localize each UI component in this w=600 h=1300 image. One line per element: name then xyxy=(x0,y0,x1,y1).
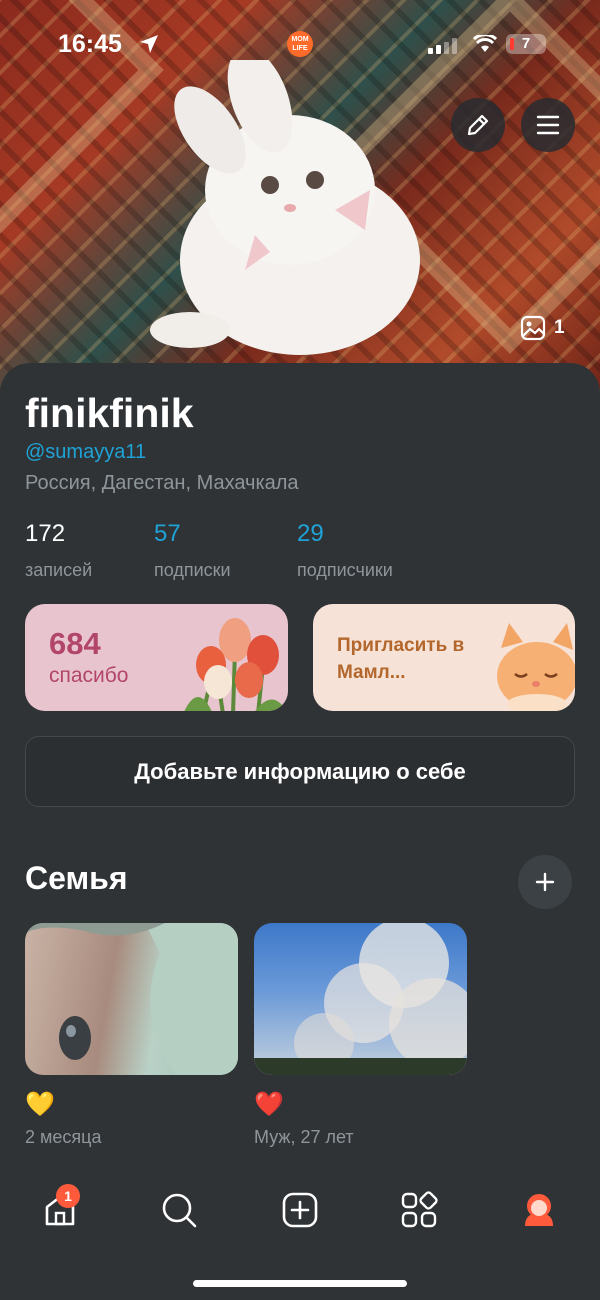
stat-followers-label: подписчики xyxy=(297,560,393,580)
plus-icon xyxy=(535,872,555,892)
menu-button[interactable] xyxy=(521,98,575,152)
signal-icon xyxy=(428,38,457,54)
invite-label: Пригласить в Мамл... xyxy=(337,635,465,683)
pencil-icon xyxy=(467,114,489,136)
profile-icon xyxy=(525,1194,553,1226)
profile-handle[interactable]: @sumayya11 xyxy=(25,441,146,464)
family-member-photo[interactable] xyxy=(25,923,238,1075)
notification-badge: 1 xyxy=(56,1184,80,1208)
profile-name: finikfinik xyxy=(25,390,194,436)
invite-card[interactable]: Пригласить в Мамл... xyxy=(313,604,575,711)
stat-following-value: 57 xyxy=(154,520,181,547)
add-icon xyxy=(282,1192,318,1228)
home-indicator xyxy=(193,1280,407,1287)
clock: 16:45 xyxy=(58,30,122,58)
status-bar: 16:45 MOM LIFE 7 xyxy=(0,0,600,90)
family-section-title: Семья xyxy=(25,860,128,896)
profile-sheet xyxy=(0,363,600,1300)
stat-posts[interactable]: 172 записей xyxy=(25,520,92,581)
add-family-member-button[interactable] xyxy=(518,855,572,909)
nav-create-post[interactable] xyxy=(280,1190,320,1230)
member-label: Муж, 27 лет xyxy=(254,1127,354,1147)
bottom-navigation xyxy=(0,1170,600,1260)
hamburger-menu-icon xyxy=(536,115,560,135)
thanks-label: спасибо xyxy=(49,664,129,687)
stat-posts-label: записей xyxy=(25,560,93,580)
cover-image[interactable]: 16:45 MOM LIFE 7 1 xyxy=(0,0,600,395)
nav-services[interactable] xyxy=(399,1190,439,1230)
image-icon xyxy=(520,315,546,341)
member-emoji: ❤️ xyxy=(254,1091,284,1118)
sleeping-kitten-illustration xyxy=(497,623,575,711)
stat-posts-value: 172 xyxy=(25,520,66,547)
photos-count-label: 1 xyxy=(554,317,565,338)
family-member-photo[interactable] xyxy=(254,923,467,1075)
search-icon xyxy=(162,1193,197,1228)
white-kitten-photo xyxy=(150,60,420,355)
tulips-illustration xyxy=(184,618,287,711)
thanks-count: 684 xyxy=(49,626,101,661)
edit-profile-button[interactable] xyxy=(451,98,505,152)
member-emoji: 💛 xyxy=(25,1091,55,1118)
momlife-app-icon: MOM LIFE xyxy=(287,31,313,57)
add-about-info-button[interactable]: Добавьте информацию о себе xyxy=(25,736,575,807)
nav-search[interactable] xyxy=(159,1190,199,1230)
services-icon xyxy=(401,1191,438,1228)
blossom-tree-photo xyxy=(254,923,467,1075)
member-label: 2 месяца xyxy=(25,1127,102,1147)
stat-following[interactable]: 57 подписки xyxy=(154,520,231,581)
stat-followers-value: 29 xyxy=(297,520,324,547)
baby-photo xyxy=(25,923,238,1075)
stat-followers[interactable]: 29 подписчики xyxy=(297,520,393,581)
battery-indicator: 7 xyxy=(506,34,546,54)
stat-following-label: подписки xyxy=(154,560,231,580)
nav-profile[interactable] xyxy=(519,1190,559,1230)
thanks-card[interactable]: 684 спасибо xyxy=(25,604,288,711)
wifi-icon xyxy=(473,35,497,52)
location-arrow-icon xyxy=(140,35,158,53)
cover-photos-count[interactable]: 1 xyxy=(520,315,565,341)
profile-location: Россия, Дагестан, Махачкала xyxy=(25,472,299,494)
